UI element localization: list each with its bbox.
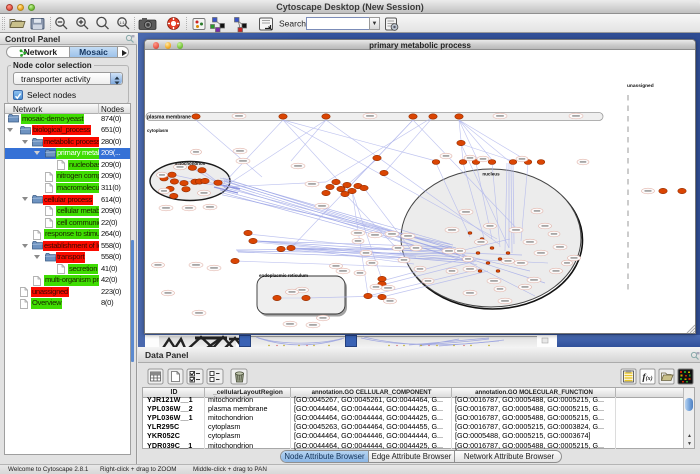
- svg-text:nucleus: nucleus: [482, 172, 500, 177]
- svg-text:Search:: Search:: [279, 19, 308, 29]
- svg-text:1:1: 1:1: [119, 20, 125, 25]
- svg-text:endoplasmic reticulum: endoplasmic reticulum: [259, 273, 308, 278]
- svg-text:cytoplasm: cytoplasm: [147, 128, 168, 133]
- svg-text:unassigned: unassigned: [627, 83, 654, 89]
- svg-text:plasma membrane: plasma membrane: [147, 115, 191, 121]
- svg-text:mitochondrion: mitochondrion: [175, 161, 206, 166]
